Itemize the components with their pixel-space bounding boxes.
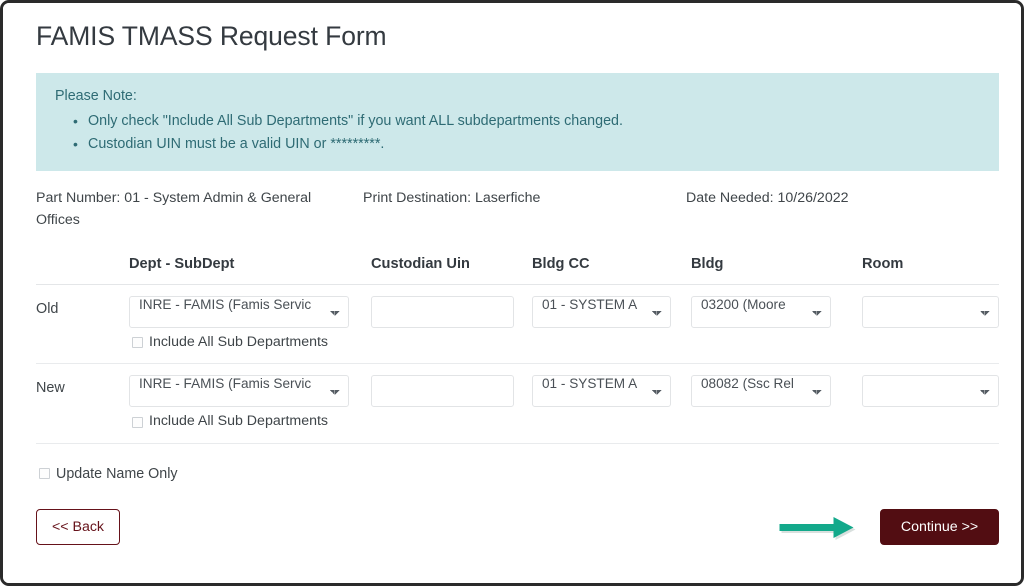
bldg-cc-select-old[interactable]: 01 - SYSTEM A (532, 295, 671, 328)
include-all-sub-departments-old[interactable]: Include All Sub Departments (129, 333, 371, 351)
print-destination-text: Print Destination: Laserfiche (363, 189, 541, 206)
table-header-row: Dept - SubDept Custodian Uin Bldg CC Bld… (36, 244, 999, 285)
old-new-form-table: Dept - SubDept Custodian Uin Bldg CC Bld… (36, 244, 999, 444)
note-item: Only check "Include All Sub Departments"… (73, 110, 981, 133)
please-note-callout: Please Note: Only check "Include All Sub… (36, 73, 999, 171)
update-name-only-option[interactable]: Update Name Only (39, 466, 988, 482)
cell-custodian-uin-old (371, 284, 532, 365)
room-select-old[interactable] (862, 295, 999, 328)
note-heading: Please Note: (55, 88, 137, 105)
checkbox-icon[interactable] (39, 468, 50, 480)
dept-subdept-select-new[interactable]: INRE - FAMIS (Famis Servic (129, 375, 349, 408)
checkbox-icon[interactable] (132, 336, 143, 348)
include-all-sub-departments-new[interactable]: Include All Sub Departments (129, 414, 371, 430)
request-meta-row: Part Number: 01 - System Admin & General… (36, 187, 988, 231)
cell-room-new (862, 363, 999, 444)
cell-bldg-cc-old: 01 - SYSTEM A (532, 284, 691, 365)
cell-dept-subdept-new: INRE - FAMIS (Famis Servic Include All S… (129, 363, 371, 444)
column-header-custodian-uin: Custodian Uin (371, 244, 532, 285)
bldg-cc-select-new[interactable]: 01 - SYSTEM A (532, 375, 671, 408)
include-all-sub-departments-label-old: Include All Sub Departments (149, 333, 329, 350)
column-header-row-label (36, 244, 129, 285)
arrow-right-icon (778, 515, 868, 541)
column-header-dept-subdept: Dept - SubDept (129, 244, 371, 285)
checkbox-icon[interactable] (132, 416, 143, 428)
request-form-page: FAMIS TMASS Request Form Please Note: On… (3, 3, 1021, 583)
custodian-uin-input-new[interactable] (371, 375, 514, 408)
table-head: Dept - SubDept Custodian Uin Bldg CC Bld… (36, 244, 999, 285)
custodian-uin-input-old[interactable] (371, 295, 514, 328)
cell-custodian-uin-new (371, 363, 532, 444)
table-row-old: Old INRE - FAMIS (Famis Servic Include A… (36, 284, 999, 365)
row-label-new: New (36, 363, 129, 444)
dept-subdept-select-old[interactable]: INRE - FAMIS (Famis Servic (129, 295, 349, 328)
date-needed-text: Date Needed: 10/26/2022 (686, 189, 849, 206)
table-row-new: New INRE - FAMIS (Famis Servic Include A… (36, 363, 999, 444)
cell-bldg-new: 08082 (Ssc Rel (691, 363, 862, 444)
page-title: FAMIS TMASS Request Form (36, 21, 387, 51)
include-all-sub-departments-label-new: Include All Sub Departments (149, 413, 329, 430)
row-label-old: Old (36, 284, 129, 365)
note-item: Custodian UIN must be a valid UIN or ***… (73, 133, 981, 156)
bldg-select-new[interactable]: 08082 (Ssc Rel (691, 375, 831, 408)
cell-dept-subdept-old: INRE - FAMIS (Famis Servic Include All S… (129, 284, 371, 365)
back-button[interactable]: << Back (36, 508, 120, 545)
update-name-only-label: Update Name Only (56, 465, 178, 482)
column-header-bldg-cc: Bldg CC (532, 244, 691, 285)
column-header-room: Room (862, 244, 999, 285)
continue-button[interactable]: Continue >> (880, 508, 999, 545)
part-number-text: Part Number: 01 - System Admin & General… (36, 189, 312, 228)
cell-room-old (862, 284, 999, 365)
form-footer: << Back Continue >> (36, 508, 999, 549)
room-select-new[interactable] (862, 375, 999, 408)
bldg-select-old[interactable]: 03200 (Moore (691, 295, 831, 328)
column-header-bldg: Bldg (691, 244, 862, 285)
note-list: Only check "Include All Sub Departments"… (54, 110, 981, 156)
browser-screenshot-frame: FAMIS TMASS Request Form Please Note: On… (0, 0, 1024, 586)
table-body: Old INRE - FAMIS (Famis Servic Include A… (36, 284, 999, 444)
cell-bldg-cc-new: 01 - SYSTEM A (532, 363, 691, 444)
cell-bldg-old: 03200 (Moore (691, 284, 862, 365)
